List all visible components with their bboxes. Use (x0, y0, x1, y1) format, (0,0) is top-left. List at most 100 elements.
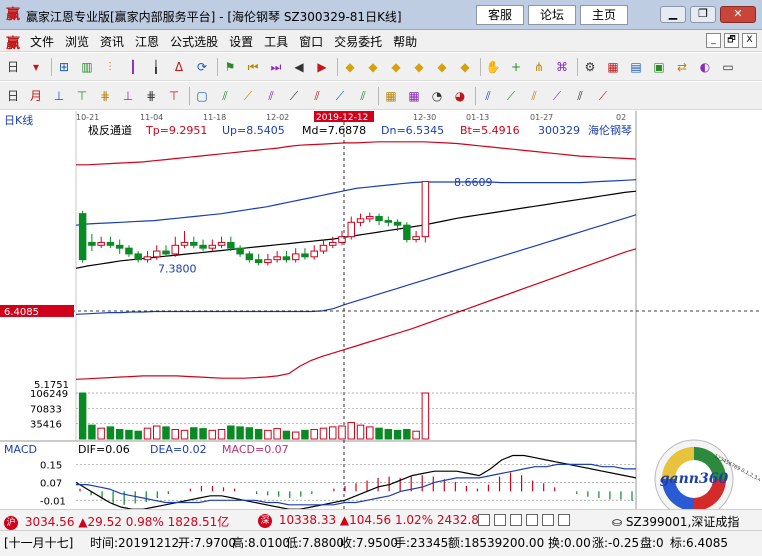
fan-icon-1[interactable]: ⫽ (216, 87, 234, 105)
status-box-1[interactable] (478, 514, 490, 526)
close-button[interactable]: ✕ (720, 6, 756, 23)
szcz-index[interactable]: ⛀ SZ399001,深证成指 (612, 513, 739, 530)
tab-home[interactable]: 主页 (580, 5, 628, 25)
fan-icon-11[interactable]: ⟋ (548, 87, 566, 105)
prev-icon[interactable]: ◀ (290, 58, 308, 76)
fan-icon-10[interactable]: ⫽ (525, 87, 543, 105)
fan-icon-4[interactable]: ⟋ (285, 87, 303, 105)
sh-index[interactable]: 沪 3034.56 ▲29.52 0.98% 1828.51亿 (4, 513, 229, 530)
ruler-icon-4[interactable]: ⊥ (119, 87, 137, 105)
menu-formula-select[interactable]: 公式选股 (170, 33, 218, 50)
fan-icon-8[interactable]: ⫽ (479, 87, 497, 105)
restore-button[interactable]: ❐ (690, 6, 716, 23)
tab-customer-service[interactable]: 客服 (476, 5, 524, 25)
hand-icon[interactable]: ✋ (484, 58, 502, 76)
menu-trade[interactable]: 交易委托 (334, 33, 382, 50)
baseline-icon[interactable]: ᐃ (170, 58, 188, 76)
candle-body (245, 253, 254, 261)
status-box-4[interactable] (526, 514, 538, 526)
day-period-icon[interactable]: 日 (4, 58, 22, 76)
diamond-icon-2[interactable]: ◆ (364, 58, 382, 76)
kline-chart-icon[interactable]: ⊞ (55, 58, 73, 76)
candle-body (125, 247, 133, 255)
ruler-icon-5[interactable]: ⋕ (142, 87, 160, 105)
bar-icon[interactable]: ┃ (124, 58, 142, 76)
icon-refresh[interactable]: ⟳ (193, 58, 211, 76)
fan-icon-7[interactable]: ⫽ (354, 87, 372, 105)
ruler-icon-2[interactable]: ⊤ (73, 87, 91, 105)
last-icon[interactable]: ⏭ (267, 58, 285, 76)
menu-help[interactable]: 帮助 (393, 33, 417, 50)
menu-news[interactable]: 资讯 (100, 33, 124, 50)
tab-forum[interactable]: 论坛 (528, 5, 576, 25)
status-box-6[interactable] (558, 514, 570, 526)
status-box-5[interactable] (542, 514, 554, 526)
candle-body (115, 244, 124, 249)
circle-icon-2[interactable]: ◕ (451, 87, 469, 105)
day-icon[interactable]: 日 (4, 87, 22, 105)
status-box-3[interactable] (510, 514, 522, 526)
menu-file[interactable]: 文件 (30, 33, 54, 50)
info-volume: 手:23345 (394, 536, 449, 550)
gann-icon[interactable]: ⋔ (530, 58, 548, 76)
ruler-icon-3[interactable]: ⋕ (96, 87, 114, 105)
volume-bar (134, 430, 142, 440)
mdi-minimize-button[interactable]: _ (706, 33, 721, 48)
circle-icon-1[interactable]: ◔ (428, 87, 446, 105)
fan-icon-5[interactable]: ⫽ (308, 87, 326, 105)
bar-chart-icon[interactable]: ▥ (78, 58, 96, 76)
status-box-2[interactable] (494, 514, 506, 526)
menu-tools[interactable]: 工具 (264, 33, 288, 50)
candle-icon[interactable]: ⫶ (101, 58, 119, 76)
analysis-icon[interactable]: ⌘ (553, 58, 571, 76)
fan-icon-6[interactable]: ⟋ (331, 87, 349, 105)
diamond-icon-3[interactable]: ◆ (387, 58, 405, 76)
fan-icon-9[interactable]: ⟋ (502, 87, 520, 105)
compass-icon[interactable]: ⚙ (581, 58, 599, 76)
chart-area[interactable]: 10-21 11-04 11-18 12-02 2019-12-12 12-30 01-13… (0, 111, 762, 519)
diamond-icon-4[interactable]: ◆ (410, 58, 428, 76)
indicator-tp: Tp=9.2951 (145, 124, 207, 137)
mdi-restore-button[interactable]: 🗗 (724, 33, 739, 48)
box-icon[interactable]: ▢ (193, 87, 211, 105)
fan-icon-13[interactable]: ⟋ (594, 87, 612, 105)
sync-icon[interactable]: ⇄ (673, 58, 691, 76)
toolbar-separator (378, 87, 379, 105)
diamond-icon-1[interactable]: ◆ (341, 58, 359, 76)
volume-bar (403, 428, 411, 440)
candle-body (282, 256, 291, 261)
menu-settings[interactable]: 设置 (229, 33, 253, 50)
month-icon[interactable]: 月 (27, 87, 45, 105)
volume-bar (199, 428, 207, 440)
page-icon[interactable]: ▭ (719, 58, 737, 76)
fan-icon-3[interactable]: ⫽ (262, 87, 280, 105)
mdi-close-button[interactable]: X (742, 33, 757, 48)
menu-browse[interactable]: 浏览 (65, 33, 89, 50)
ruler-icon-6[interactable]: ⊤ (165, 87, 183, 105)
grid-icon-2[interactable]: ▦ (405, 87, 423, 105)
sector-icon[interactable]: ◐ (696, 58, 714, 76)
next-icon[interactable]: ▶ (313, 58, 331, 76)
bar2-icon[interactable]: ╽ (147, 58, 165, 76)
date-tick-label: 01-27 (530, 113, 553, 122)
grid-icon-1[interactable]: ▦ (382, 87, 400, 105)
fan-icon-2[interactable]: ⟋ (239, 87, 257, 105)
menu-window[interactable]: 窗口 (299, 33, 323, 50)
first-icon[interactable]: ⏮ (244, 58, 262, 76)
minimize-button[interactable]: ▁ (660, 6, 686, 23)
ruler-icon-1[interactable]: ⊥ (50, 87, 68, 105)
logo-text: gann360 (660, 471, 729, 487)
calendar-icon[interactable]: ▦ (604, 58, 622, 76)
flag-icon[interactable]: ⚑ (221, 58, 239, 76)
diamond-icon-5[interactable]: ◆ (433, 58, 451, 76)
volume-bar (366, 426, 374, 440)
fan-icon-12[interactable]: ⫽ (571, 87, 589, 105)
table-icon[interactable]: ▣ (650, 58, 668, 76)
sz-index[interactable]: 深 10338.33 ▲104.56 1.02% 2432.85 (258, 513, 487, 528)
diamond-icon-6[interactable]: ◆ (456, 58, 474, 76)
crosshair-icon[interactable]: + (507, 58, 525, 76)
grid-icon[interactable]: ▤ (627, 58, 645, 76)
candle-body (291, 253, 300, 261)
menu-gann[interactable]: 江恩 (135, 33, 159, 50)
dropdown-arrow-icon[interactable]: ▾ (27, 58, 45, 76)
